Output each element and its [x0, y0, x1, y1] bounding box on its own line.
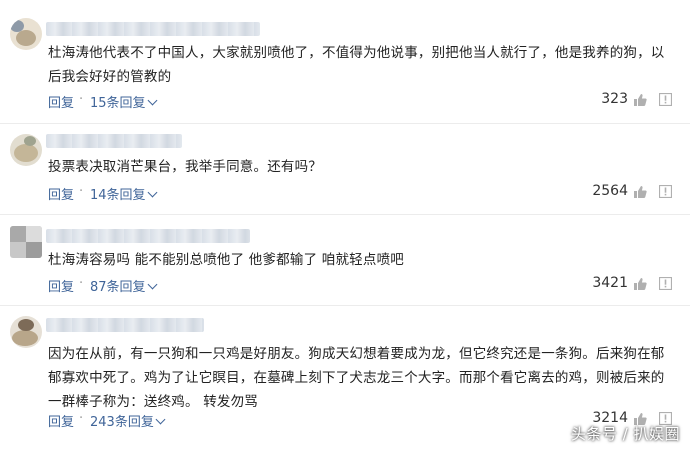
avatar[interactable] — [10, 226, 42, 258]
chevron-down-icon — [147, 279, 157, 290]
chevron-down-icon — [147, 95, 157, 106]
like-count: 2564 — [592, 183, 628, 199]
separator: · — [79, 92, 84, 107]
separator: · — [79, 184, 84, 199]
divider — [0, 123, 690, 124]
reply-count: 15条回复 — [90, 96, 146, 111]
comment-text: 杜海涛容易吗 能不能别总喷他了 他爹都输了 咱就轻点喷吧 — [48, 252, 404, 268]
divider — [0, 305, 690, 306]
reply-button[interactable]: 回复 — [48, 184, 74, 203]
comment-footer: 回复 · 14条回复 2564 — [48, 183, 672, 204]
watermark: 头条号 / 扒娱圈 — [570, 425, 680, 443]
like-count: 323 — [601, 91, 628, 107]
avatar[interactable] — [10, 18, 42, 50]
comment-text: 因为在从前，有一只狗和一只鸡是好朋友。狗成天幻想着要成为龙，但它终究还是一条狗。… — [48, 346, 665, 410]
chevron-down-icon — [147, 187, 157, 198]
username[interactable] — [46, 318, 204, 332]
reply-button[interactable]: 回复 — [48, 92, 74, 111]
username[interactable] — [46, 134, 182, 148]
comment-text: 杜海涛他代表不了中国人，大家就别喷他了，不值得为他说事，别把他当人就行了，他是我… — [48, 45, 665, 85]
thumb-up-icon[interactable] — [633, 93, 647, 107]
replies-toggle[interactable]: 14条回复 — [90, 184, 157, 203]
comment-footer: 回复 · 87条回复 3421 — [48, 275, 672, 296]
replies-toggle[interactable]: 243条回复 — [90, 411, 166, 430]
separator: · — [79, 411, 84, 426]
username[interactable] — [46, 229, 250, 243]
comment-text: 投票表决取消芒果台，我举手同意。还有吗？ — [48, 159, 322, 175]
chevron-down-icon — [155, 414, 166, 425]
reply-count: 14条回复 — [90, 188, 146, 203]
comment-list: 杜海涛他代表不了中国人，大家就别喷他了，不值得为他说事，别把他当人就行了，他是我… — [0, 0, 690, 450]
reply-button[interactable]: 回复 — [48, 411, 74, 430]
avatar[interactable] — [10, 134, 42, 166]
username[interactable] — [46, 22, 260, 36]
report-icon[interactable] — [659, 93, 672, 106]
reply-button[interactable]: 回复 — [48, 276, 74, 295]
divider — [0, 214, 690, 215]
thumb-up-icon[interactable] — [633, 277, 647, 291]
report-icon[interactable] — [659, 277, 672, 290]
like-count: 3421 — [592, 275, 628, 291]
reply-count: 243条回复 — [90, 415, 154, 430]
separator: · — [79, 276, 84, 291]
reply-count: 87条回复 — [90, 280, 146, 295]
replies-toggle[interactable]: 87条回复 — [90, 276, 157, 295]
comment-footer: 回复 · 15条回复 323 — [48, 91, 672, 112]
thumb-up-icon[interactable] — [633, 185, 647, 199]
avatar[interactable] — [10, 316, 42, 348]
replies-toggle[interactable]: 15条回复 — [90, 92, 157, 111]
report-icon[interactable] — [659, 185, 672, 198]
